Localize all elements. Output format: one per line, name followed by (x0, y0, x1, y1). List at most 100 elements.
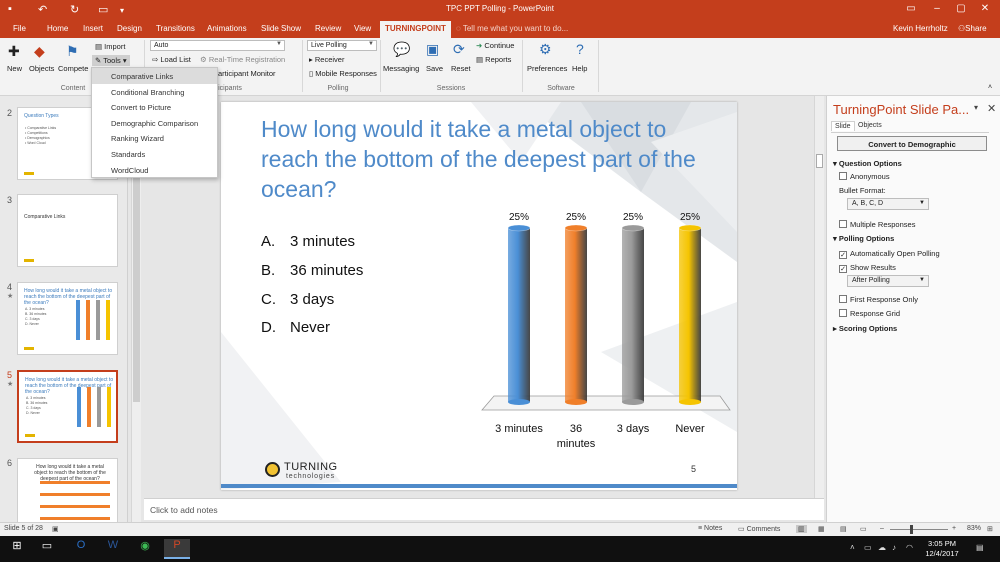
word-icon[interactable]: W (100, 539, 126, 559)
polling-mode-combo[interactable]: Live Polling ▼ (307, 40, 377, 51)
slide-thumbnail-6[interactable]: How long would it take a metal object to… (17, 458, 118, 531)
powerpoint-icon[interactable]: P (164, 539, 190, 559)
tab-file[interactable]: File (13, 24, 26, 33)
scrollbar-thumb[interactable] (816, 154, 823, 168)
auto-open-polling-option[interactable]: ✓ Automatically Open Polling (839, 249, 940, 259)
participant-monitor-button[interactable]: articipant Monitor (218, 69, 276, 78)
windows-start-icon[interactable]: ⊞ (4, 539, 30, 559)
bar-4[interactable] (678, 224, 702, 405)
slide-title[interactable]: How long would it take a metal object to… (261, 114, 721, 204)
outlook-icon[interactable]: O (68, 539, 94, 559)
menu-item-conditional-branching[interactable]: Conditional Branching (92, 84, 217, 100)
notes-pane[interactable]: Click to add notes (144, 498, 824, 520)
share-button[interactable]: ⚇Share (958, 24, 987, 33)
slide-canvas[interactable]: How long would it take a metal object to… (221, 102, 737, 490)
messaging-button[interactable]: Messaging (383, 64, 419, 73)
show-results-select[interactable]: After Polling ▼ (847, 275, 929, 287)
slide-thumbnail-3[interactable]: Comparative Links (17, 194, 118, 267)
tell-me-search[interactable]: ◌ Tell me what you want to do... (456, 24, 568, 33)
reading-view-icon[interactable]: ▤ (840, 525, 847, 533)
task-view-icon[interactable]: ▭ (34, 539, 60, 559)
network-icon[interactable]: ▭ (864, 543, 872, 552)
show-results-checkbox[interactable]: ✓ (839, 265, 847, 273)
first-response-only-option[interactable]: First Response Only (839, 295, 918, 304)
menu-item-convert-to-picture[interactable]: Convert to Picture (92, 99, 217, 115)
fit-to-window-icon[interactable]: ⊞ (987, 525, 993, 533)
volume-icon[interactable]: ♪ (892, 543, 896, 552)
normal-view-icon[interactable]: ▥ (796, 525, 807, 533)
convert-to-demographic-button[interactable]: Convert to Demographic (837, 136, 987, 151)
menu-item-comparative-links[interactable]: Comparative Links (92, 68, 217, 84)
tools-button[interactable]: ✎ Tools ▾ (92, 55, 130, 66)
chrome-icon[interactable]: ◉ (132, 539, 158, 559)
bar-1[interactable] (507, 224, 531, 405)
tab-transitions[interactable]: Transitions (156, 24, 195, 33)
notifications-icon[interactable]: ▤ (976, 543, 984, 552)
menu-item-ranking-wizard[interactable]: Ranking Wizard (92, 130, 217, 146)
task-pane-tab-slide[interactable]: Slide (831, 121, 855, 131)
wifi-icon[interactable]: ◠ (906, 543, 913, 552)
first-response-only-checkbox[interactable] (839, 295, 847, 303)
reset-button[interactable]: Reset (451, 64, 471, 73)
zoom-out-button[interactable]: – (880, 525, 884, 532)
menu-item-wordcloud[interactable]: WordCloud (92, 162, 217, 178)
polling-options-header[interactable]: ▾ Polling Options (833, 234, 894, 243)
anonymous-option[interactable]: Anonymous (839, 172, 890, 181)
new-button[interactable]: New (7, 64, 22, 73)
receiver-button[interactable]: ▸ Receiver (309, 55, 344, 64)
answer-c[interactable]: C. 3 days (261, 291, 334, 308)
real-time-registration-button[interactable]: ⚙ Real-Time Registration (200, 55, 285, 64)
editor-scrollbar[interactable] (814, 96, 824, 498)
close-button[interactable]: ✕ (972, 3, 998, 14)
notes-toggle[interactable]: ≡ Notes (698, 525, 722, 532)
competition-button[interactable]: Compete (58, 64, 88, 73)
reports-button[interactable]: ▤ Reports (476, 55, 511, 64)
question-options-header[interactable]: ▾ Question Options (833, 159, 902, 168)
system-clock[interactable]: 3:05 PM 12/4/2017 (922, 539, 962, 559)
participant-list-combo[interactable]: Auto ▼ (150, 40, 285, 51)
menu-item-standards[interactable]: Standards (92, 146, 217, 162)
tab-animations[interactable]: Animations (207, 24, 247, 33)
notes-placeholder[interactable]: Click to add notes (150, 505, 218, 515)
show-results-option[interactable]: ✓ Show Results (839, 263, 896, 273)
auto-open-polling-checkbox[interactable]: ✓ (839, 251, 847, 259)
answer-a[interactable]: A. 3 minutes (261, 233, 355, 250)
answer-b[interactable]: B. 36 minutes (261, 262, 363, 279)
bar-3[interactable] (621, 224, 645, 405)
bar-2[interactable] (564, 224, 588, 405)
task-pane-options-icon[interactable]: ▾ (974, 103, 978, 112)
zoom-slider-thumb[interactable] (910, 525, 913, 534)
tab-turningpoint[interactable]: TURNINGPOINT (380, 21, 451, 38)
zoom-slider-track[interactable] (890, 529, 948, 530)
zoom-level[interactable]: 83% (967, 525, 981, 532)
slide-show-icon[interactable]: ▭ (860, 525, 867, 533)
zoom-in-button[interactable]: + (952, 525, 956, 532)
continue-button[interactable]: ➜ Continue (476, 41, 514, 50)
slide-thumbnail-5-selected[interactable]: How long would it take a metal object to… (17, 370, 118, 443)
tab-design[interactable]: Design (117, 24, 142, 33)
maximize-button[interactable]: ▢ (948, 3, 974, 14)
scoring-options-header[interactable]: ▸ Scoring Options (833, 324, 897, 333)
multiple-responses-option[interactable]: Multiple Responses (839, 220, 915, 229)
results-bar-chart[interactable]: 25% 3 minutes 25% 36 minutes 25% 3 days 25% Neve… (476, 202, 736, 462)
tab-review[interactable]: Review (315, 24, 341, 33)
tab-home[interactable]: Home (47, 24, 68, 33)
tab-slide-show[interactable]: Slide Show (261, 24, 301, 33)
task-pane-close-icon[interactable]: ✕ (987, 102, 996, 115)
bullet-format-select[interactable]: A, B, C, D ▼ (847, 198, 929, 210)
preferences-button[interactable]: Preferences (527, 64, 567, 73)
anonymous-checkbox[interactable] (839, 172, 847, 180)
spelling-icon[interactable]: ▣ (52, 525, 59, 533)
tab-view[interactable]: View (354, 24, 371, 33)
save-session-button[interactable]: Save (426, 64, 443, 73)
tray-overflow-icon[interactable]: ˄ (850, 543, 855, 552)
import-button[interactable]: ▤ Import (95, 42, 125, 51)
minimize-button[interactable]: – (924, 3, 950, 14)
objects-button[interactable]: Objects (29, 64, 54, 73)
tab-insert[interactable]: Insert (83, 24, 103, 33)
user-name[interactable]: Kevin Herrholtz (893, 24, 948, 33)
cloud-icon[interactable]: ☁ (878, 543, 886, 552)
ribbon-display-options-icon[interactable]: ▭ (898, 3, 924, 14)
menu-item-demographic-comparison[interactable]: Demographic Comparison (92, 115, 217, 131)
slide-sorter-icon[interactable]: ▦ (818, 525, 825, 533)
